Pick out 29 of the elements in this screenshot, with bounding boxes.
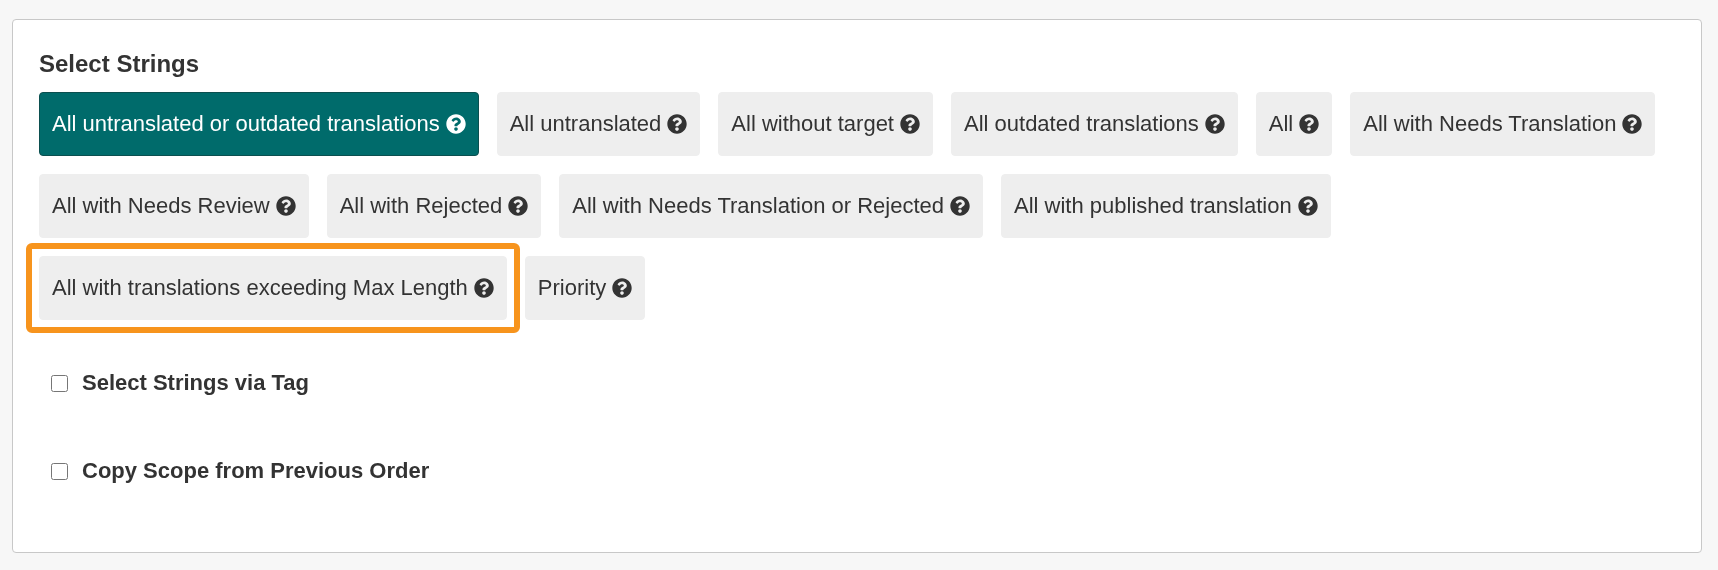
help-icon[interactable] [900, 114, 920, 134]
help-icon[interactable] [275, 196, 296, 216]
filter-button[interactable]: All with translations exceeding Max Length [39, 256, 507, 320]
help-icon[interactable] [1297, 196, 1318, 216]
filter-button[interactable]: All with Needs Translation [1350, 92, 1656, 156]
help-icon[interactable] [667, 114, 688, 134]
checkbox[interactable] [51, 462, 68, 480]
filter-button[interactable]: Priority [524, 256, 646, 320]
help-icon[interactable] [508, 196, 529, 216]
help-icon[interactable] [473, 278, 494, 298]
checkbox-label[interactable]: Copy Scope from Previous Order [82, 458, 430, 484]
help-icon[interactable] [1622, 114, 1643, 134]
section-title: Select Strings [39, 50, 201, 78]
filter-button[interactable]: All with Rejected [326, 174, 542, 238]
filter-button[interactable]: All without target [718, 92, 933, 156]
help-icon[interactable] [1204, 114, 1225, 134]
filter-button[interactable]: All outdated translations [951, 92, 1238, 156]
help-icon[interactable] [445, 114, 466, 134]
filter-button[interactable]: All with Needs Review [39, 174, 309, 238]
checkbox-label[interactable]: Select Strings via Tag [82, 370, 309, 396]
filter-button[interactable]: All untranslated [496, 92, 701, 156]
help-icon[interactable] [612, 278, 633, 298]
filter-button[interactable]: All with Needs Translation or Rejected [559, 174, 983, 238]
help-icon[interactable] [1299, 114, 1320, 134]
filter-button[interactable]: All untranslated or outdated translations [39, 92, 479, 156]
filter-button[interactable]: All [1255, 92, 1333, 156]
filter-button[interactable]: All with published translation [1001, 174, 1331, 238]
help-icon[interactable] [950, 196, 970, 216]
checkbox[interactable] [51, 374, 68, 392]
